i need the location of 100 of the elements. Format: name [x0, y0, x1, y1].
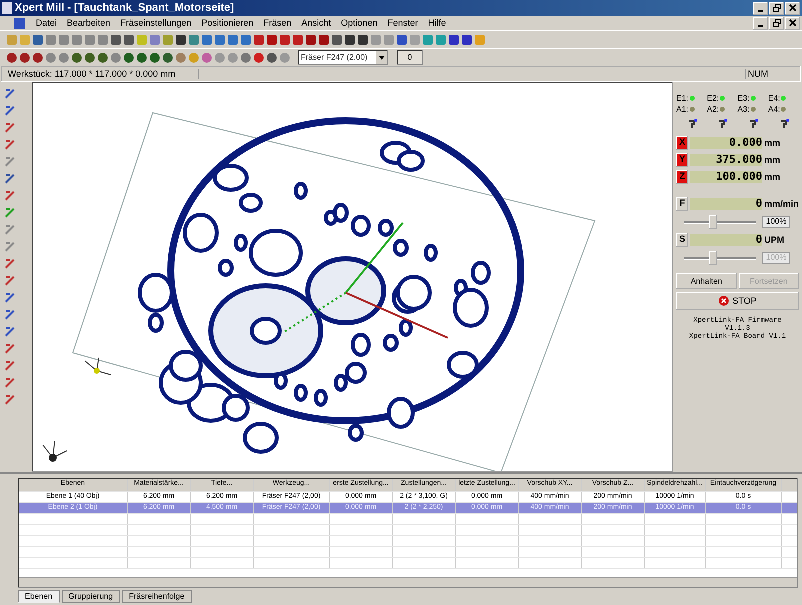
toolbar-icon[interactable]: [266, 34, 278, 46]
tool-icon[interactable]: [4, 275, 16, 287]
close-icon: [788, 19, 796, 27]
readout: 0: [690, 198, 762, 210]
restore-button[interactable]: [769, 16, 784, 30]
toolbar-icon[interactable]: [123, 52, 135, 64]
toolbar-icon[interactable]: [149, 52, 161, 64]
tool-icon[interactable]: [4, 326, 16, 338]
tool-icon[interactable]: [4, 292, 16, 304]
toolbar-icon[interactable]: [97, 52, 109, 64]
unit-label: mm: [764, 138, 780, 148]
toolbar-icon[interactable]: [292, 34, 304, 46]
menu-item[interactable]: Positionieren: [196, 18, 259, 28]
tool-dropdown[interactable]: Fräser F247 (2.00): [298, 50, 388, 65]
toolbar-icon[interactable]: [318, 34, 330, 46]
restore-button[interactable]: [769, 2, 784, 14]
menu-item[interactable]: Hilfe: [423, 18, 452, 28]
document-icon[interactable]: [14, 18, 25, 28]
toolbar-icon[interactable]: [175, 34, 187, 46]
toolbar-icon[interactable]: [253, 34, 265, 46]
tool-icon[interactable]: [4, 343, 16, 355]
close-button[interactable]: [785, 2, 800, 14]
horizontal-scrollbar[interactable]: [19, 577, 797, 587]
toolbar-icon[interactable]: [123, 34, 135, 46]
toolbar-icon[interactable]: [266, 52, 278, 64]
toolbar-icon[interactable]: [19, 52, 31, 64]
tool-icon[interactable]: [4, 224, 16, 236]
led-label: E2:: [707, 94, 720, 103]
unit-label: mm: [764, 155, 780, 165]
close-icon: [788, 4, 796, 12]
tool-icon[interactable]: [4, 394, 16, 406]
toolbar-icon[interactable]: [84, 52, 96, 64]
axis-button[interactable]: X: [676, 136, 688, 150]
menu-item[interactable]: Datei: [31, 18, 62, 28]
unit-label: mm/min: [764, 199, 799, 209]
tool-icon[interactable]: [4, 105, 16, 117]
close-button[interactable]: [785, 16, 800, 30]
toolbar-icon[interactable]: [331, 34, 343, 46]
menu-item[interactable]: Bearbeiten: [62, 18, 116, 28]
axis-button[interactable]: Z: [676, 170, 688, 184]
window-title: Xpert Mill - [Tauchtank_Spant_Motorseite]: [15, 2, 236, 14]
tool-icon[interactable]: [4, 309, 16, 321]
unit-label: mm: [764, 172, 780, 182]
readout: 0: [690, 234, 762, 246]
led-label: E3:: [738, 94, 750, 103]
tool-icon[interactable]: [4, 173, 16, 185]
tab[interactable]: Fräsreihenfolge: [122, 590, 192, 603]
minimize-button[interactable]: [753, 16, 768, 30]
spin-field[interactable]: 0: [397, 50, 423, 65]
override-field[interactable]: 100%: [762, 216, 790, 228]
toolbar-icon[interactable]: [461, 34, 473, 46]
tab[interactable]: Gruppierung: [62, 590, 120, 603]
tool-icon[interactable]: [4, 207, 16, 219]
app-logo-icon: [2, 2, 12, 14]
tool-icon[interactable]: [4, 139, 16, 151]
toolbar-icon[interactable]: [357, 34, 369, 46]
toolbar-icon[interactable]: [32, 34, 44, 46]
tool-icon[interactable]: [4, 122, 16, 134]
toolbar-icon[interactable]: [305, 34, 317, 46]
dropdown-arrow-icon: [378, 56, 384, 60]
tool-icon[interactable]: [4, 190, 16, 202]
menu-item[interactable]: Ansicht: [296, 18, 336, 28]
toolbar-icon[interactable]: [6, 52, 18, 64]
tool-icon[interactable]: [4, 360, 16, 372]
menu-item[interactable]: Fenster: [382, 18, 424, 28]
axis-button[interactable]: Y: [676, 153, 688, 167]
axis-button[interactable]: F: [676, 197, 688, 211]
tool-icon[interactable]: [4, 88, 16, 100]
toolbar-icon[interactable]: [448, 34, 460, 46]
led-label: A1:: [676, 105, 688, 114]
tool-icon[interactable]: [4, 377, 16, 389]
toolbar-icon[interactable]: [344, 34, 356, 46]
toolbar-icon[interactable]: [32, 52, 44, 64]
toolbar-icon[interactable]: [136, 52, 148, 64]
num-indicator: NUM: [745, 69, 780, 79]
probe-icon: [778, 119, 789, 129]
axis-readout: 0.000: [690, 137, 762, 149]
toolbar-icon[interactable]: [279, 34, 291, 46]
pause-button[interactable]: Anhalten: [676, 273, 737, 289]
toolbar-icon[interactable]: [253, 52, 265, 64]
toolbar-icon[interactable]: [110, 34, 122, 46]
probe-icon: [717, 119, 728, 129]
minimize-button[interactable]: [753, 2, 768, 14]
toolbar-icon[interactable]: [396, 34, 408, 46]
menu-item[interactable]: Optionen: [336, 18, 383, 28]
led-label: A4:: [768, 105, 780, 114]
stop-button[interactable]: STOP: [676, 292, 799, 310]
tool-icon[interactable]: [4, 258, 16, 270]
tab[interactable]: Ebenen: [18, 590, 60, 603]
tool-icon[interactable]: [4, 241, 16, 253]
slider-thumb[interactable]: [708, 214, 717, 228]
menu-item[interactable]: Fräseinstellungen: [116, 18, 197, 28]
toolbar-icon[interactable]: [162, 52, 174, 64]
led-label: E1:: [676, 94, 688, 103]
probe-icon: [748, 119, 758, 129]
axis-gizmo-icon: [84, 358, 112, 376]
menu-item[interactable]: Fräsen: [258, 18, 297, 28]
toolbar-icon[interactable]: [71, 52, 83, 64]
tool-icon[interactable]: [4, 156, 16, 168]
led-label: E4:: [768, 94, 780, 103]
